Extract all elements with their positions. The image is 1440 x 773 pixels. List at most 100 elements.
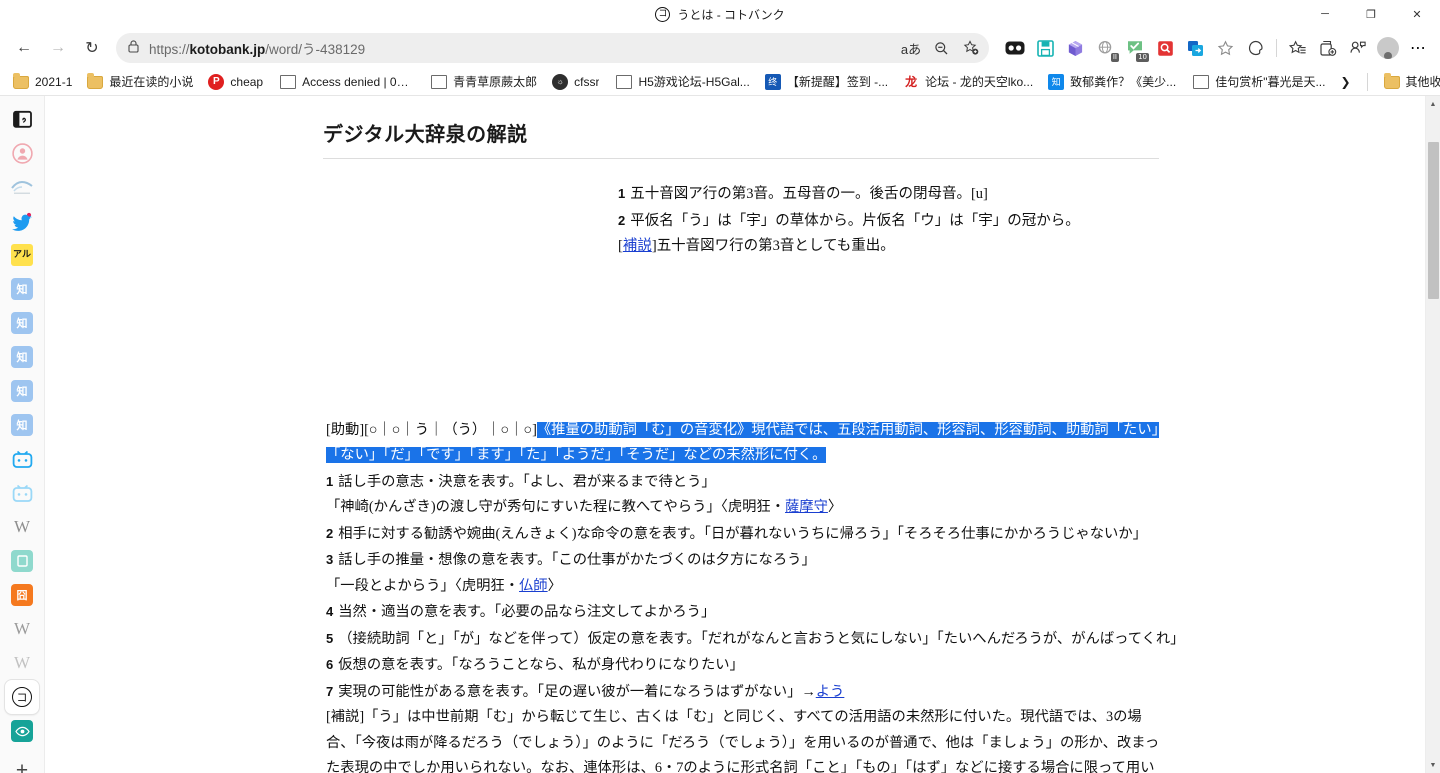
scrollbar-track[interactable]	[1426, 112, 1440, 757]
package-icon[interactable]	[1061, 34, 1089, 62]
bookmark-item[interactable]: Pcheap	[201, 71, 270, 93]
read-aloud-icon[interactable]: aあ	[897, 35, 925, 61]
sidebar-item-app-window[interactable]	[5, 102, 39, 136]
bookmark-item[interactable]: H5游戏论坛-H5Gal...	[607, 70, 756, 93]
item-number: 1	[326, 473, 334, 489]
sidebar-item-zhihu-1[interactable]: 知	[5, 272, 39, 306]
favorites-list-icon[interactable]	[1284, 34, 1312, 62]
browser-body: アル 知 知 知 知 知 W 囧 W W コ + デジタル大辞泉の解説 1 五十…	[0, 96, 1440, 773]
bookmark-item[interactable]: 龙论坛 - 龙的天空lko...	[896, 70, 1040, 93]
favorite-star-icon[interactable]	[1211, 34, 1239, 62]
item-text: 五十音図ア行の第3音。五母音の一。後舌の閉母音。[u]	[630, 186, 988, 202]
bookmark-label: 最近在读的小说	[109, 75, 194, 89]
folder-icon	[1383, 73, 1400, 89]
sidebar-item-pale-logo[interactable]	[5, 170, 39, 204]
sidebar-item-twitter[interactable]	[5, 204, 39, 238]
collections-icon[interactable]	[1314, 34, 1342, 62]
address-bar[interactable]: https://kotobank.jp/word/う-438129 aあ	[116, 33, 989, 63]
definition-row: 1 話し手の意志・決意を表す。「よし、君が来るまで待とう」	[326, 469, 1161, 496]
wikipedia-icon: W	[13, 619, 31, 638]
add-favorite-icon[interactable]	[957, 35, 985, 61]
sidebar-item-teal-eye[interactable]	[5, 714, 39, 748]
browser-essentials-icon[interactable]	[1241, 34, 1269, 62]
split-screen-icon[interactable]	[1001, 34, 1029, 62]
sidebar-item-wikipedia-3[interactable]: W	[5, 646, 39, 680]
sidebar-item-aru[interactable]: アル	[5, 238, 39, 272]
back-button[interactable]: ←	[8, 32, 40, 64]
definition-row: 3 話し手の推量・想像の意を表す。「この仕事がかたづくのは夕方になろう」	[326, 547, 1161, 574]
close-button[interactable]: ✕	[1394, 0, 1440, 28]
page-scrollbar[interactable]: ▲ ▼	[1425, 96, 1440, 773]
navigation-toolbar: ← → ↻ https://kotobank.jp/word/う-438129 …	[0, 28, 1440, 68]
zoom-out-icon[interactable]	[927, 35, 955, 61]
zhihu-icon: 知	[11, 414, 33, 436]
hosetsu-link[interactable]: 補説	[623, 238, 652, 254]
citation-link[interactable]: 薩摩守	[785, 499, 828, 515]
forward-button[interactable]: →	[42, 32, 74, 64]
settings-more-icon[interactable]: ⋯	[1404, 34, 1432, 62]
wikipedia-icon: W	[13, 517, 31, 536]
url-text: https://kotobank.jp/word/う-438129	[149, 42, 366, 57]
bookmark-item[interactable]: 2021-1	[6, 71, 79, 92]
you-link[interactable]: よう	[816, 684, 845, 700]
translate-icon[interactable]: II	[1091, 34, 1119, 62]
citation-text: 「一段とよからう」〈虎明狂・	[326, 577, 520, 594]
bookmark-label: H5游戏论坛-H5Gal...	[638, 75, 750, 89]
minimize-button[interactable]: ─	[1302, 0, 1348, 28]
avatar	[1377, 37, 1399, 59]
sidebar-item-wikipedia-2[interactable]: W	[5, 612, 39, 646]
checkmark-extension-icon[interactable]: 10	[1121, 34, 1149, 62]
profile-avatar[interactable]	[1374, 34, 1402, 62]
sidebar-item-kotobank[interactable]: コ	[5, 680, 39, 714]
toolbar-divider	[1276, 39, 1277, 57]
scrollbar-thumb[interactable]	[1427, 142, 1439, 299]
sidebar-item-orange-app[interactable]: 囧	[5, 578, 39, 612]
bookmarks-overflow-chevron-icon[interactable]: ❯	[1333, 72, 1357, 92]
sidebar-item-wikipedia-1[interactable]: W	[5, 510, 39, 544]
active-tab[interactable]: コ うとは - コトバンク	[655, 6, 785, 23]
kana-note-text: 五十音図ワ行の第3音としても重出。	[656, 238, 895, 254]
sidebar-item-profile-pink[interactable]	[5, 136, 39, 170]
orange-app-icon: 囧	[11, 584, 33, 606]
sidebar-item-zhihu-2[interactable]: 知	[5, 306, 39, 340]
bookmark-item[interactable]: 知致郁粪作？《美少...	[1041, 70, 1183, 93]
dark-mask-icon: ☼	[552, 73, 569, 90]
reload-button[interactable]: ↻	[76, 32, 108, 64]
folder-icon	[87, 73, 104, 89]
share-extension-icon[interactable]	[1181, 34, 1209, 62]
bookmark-item[interactable]: Access denied | 01b...	[271, 71, 421, 92]
bookmark-item[interactable]: 最近在读的小说	[80, 70, 200, 93]
teal-square-icon	[11, 550, 33, 572]
sidebar-item-zhihu-5[interactable]: 知	[5, 408, 39, 442]
save-page-icon[interactable]	[1031, 34, 1059, 62]
sidebar-item-bilibili-2[interactable]	[5, 476, 39, 510]
sidebar-item-bilibili-1[interactable]	[5, 442, 39, 476]
kotobank-favicon-icon: コ	[655, 6, 671, 22]
other-favorites-folder[interactable]: 其他收藏夹	[1377, 70, 1440, 93]
checkmark-badge: 10	[1136, 53, 1149, 62]
sidebar-item-teal-square[interactable]	[5, 544, 39, 578]
bookmark-item[interactable]: 终【新提醒】签到 -...	[758, 70, 895, 93]
sidebar-add-button[interactable]: +	[5, 754, 39, 773]
other-favorites-label: 其他收藏夹	[1405, 75, 1440, 89]
bookmarks-overflow: ❯ 其他收藏夹	[1333, 70, 1440, 93]
bookmark-item[interactable]: 佳句赏析"暮光是天...	[1184, 70, 1332, 93]
citation-row: 「神崎(かんざき)の渡し守が秀句にすいた程に教へてやらう」〈虎明狂・薩摩守〉	[326, 495, 1161, 521]
kana-line: 2 平仮名「う」は「宇」の草体から。片仮名「ウ」は「宇」の冠から。	[618, 208, 1425, 235]
scroll-down-arrow-icon[interactable]: ▼	[1426, 757, 1440, 773]
bookmark-label: 佳句赏析"暮光是天...	[1215, 75, 1326, 89]
sidebar-item-zhihu-3[interactable]: 知	[5, 340, 39, 374]
definition-row: 6 仮想の意を表す。「なろうことなら、私が身代わりになりたい」	[326, 652, 1161, 679]
item-text: 仮想の意を表す。「なろうことなら、私が身代わりになりたい」	[338, 657, 744, 673]
sidebar-item-zhihu-4[interactable]: 知	[5, 374, 39, 408]
bookmark-item[interactable]: ☼ cfssr	[545, 71, 606, 93]
item-number: 3	[326, 552, 334, 567]
scroll-up-arrow-icon[interactable]: ▲	[1426, 96, 1440, 112]
maximize-button[interactable]: ❐	[1348, 0, 1394, 28]
copilot-icon[interactable]	[1344, 34, 1372, 62]
definition-row: 2 相手に対する勧誘や婉曲(えんきょく)な命令の意を表す。「日が暮れないうちに帰ろ…	[326, 521, 1161, 548]
citation-link[interactable]: 仏師	[519, 578, 548, 594]
bookmark-label: 论坛 - 龙的天空lko...	[925, 75, 1034, 89]
bookmark-item[interactable]: 青青草原蕨太郎	[422, 70, 544, 93]
search-extension-icon[interactable]	[1151, 34, 1179, 62]
